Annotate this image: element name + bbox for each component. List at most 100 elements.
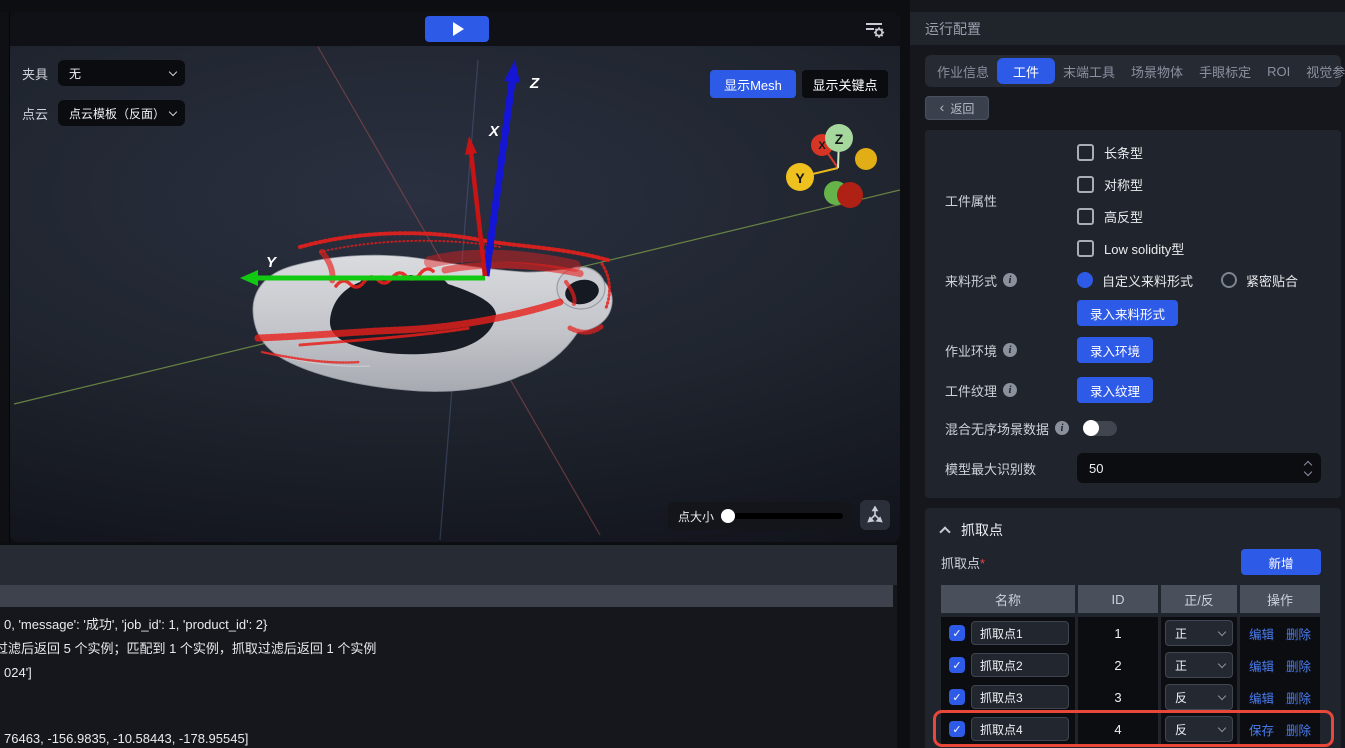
row-action-delete[interactable]: 删除 [1286,656,1311,675]
show-keypoints-button[interactable]: 显示关键点 [802,70,888,98]
max-count-label: 模型最大识别数 [945,461,1037,477]
row-action-primary[interactable]: 编辑 [1249,688,1274,707]
checkbox[interactable] [1077,143,1094,161]
tab[interactable]: 视觉参数 [1298,58,1345,84]
feed-record-row: 录入来料形式 [945,296,1321,330]
row-checkbox[interactable]: ✓ [949,721,965,737]
row-action-delete[interactable]: 删除 [1286,720,1311,739]
panel-header: 运行配置 [910,12,1345,45]
row-checkbox[interactable]: ✓ [949,625,965,641]
tab[interactable]: 作业信息 [929,58,997,84]
grasp-name-field[interactable]: 抓取点2 [971,653,1069,677]
mixed-scene-label: 混合无序场景数据 [945,421,1050,437]
grasp-section-title: 抓取点 [961,522,1003,538]
tab[interactable]: ROI [1259,58,1298,84]
row-action-primary[interactable]: 编辑 [1249,656,1274,675]
back-chevron-icon: ‹ [939,99,945,115]
svg-text:Y: Y [795,170,805,186]
back-button[interactable]: ‹ 返回 [925,96,989,120]
checkbox[interactable] [1077,175,1094,193]
log-lines: 0, 'message': '成功', 'job_id': 1, 'produc… [0,607,897,748]
log-line: 过滤后返回 5 个实例；匹配到 1 个实例，抓取过滤后返回 1 个实例 [0,641,377,656]
record-feed-button[interactable]: 录入来料形式 [1077,300,1179,326]
radio-option[interactable]: 自定义来料形式 [1077,271,1193,290]
checkbox[interactable] [1077,207,1094,225]
point-size-slider[interactable] [721,509,843,523]
row-checkbox[interactable]: ✓ [949,689,965,705]
collapse-chevron-icon[interactable] [939,526,951,538]
scene-3d[interactable]: Z X Y X Z Y 夹具 无 点云 点云模板（反面） 显示Mesh 显示关键… [10,46,900,542]
point-size-control: 点大小 [668,502,853,530]
radio-icon [1077,272,1093,288]
play-button[interactable] [425,16,489,42]
tab[interactable]: 工件 [997,58,1056,84]
orientation-gizmo[interactable]: X Z Y [786,124,877,208]
column-header: 名称 [941,585,1075,613]
pointcloud-row: 点云 点云模板（反面） [22,100,186,126]
info-icon[interactable]: i [1003,273,1018,287]
workpiece-attr-label: 工件属性 [945,193,998,209]
row-action-primary[interactable]: 编辑 [1249,624,1274,643]
gizmo-red-ball[interactable] [837,182,863,208]
tab[interactable]: 手眼标定 [1191,58,1259,84]
max-count-input[interactable]: 50 [1077,453,1321,483]
point-size-label: 点大小 [678,509,715,524]
side-select[interactable]: 反 [1165,684,1233,710]
fixture-label: 夹具 [22,66,49,82]
info-icon[interactable]: i [1003,383,1018,397]
side-select[interactable]: 反 [1165,716,1233,742]
tab[interactable]: 场景物体 [1123,58,1191,84]
log-line: 0, 'message': '成功', 'job_id': 1, 'produc… [4,617,268,632]
row-action-delete[interactable]: 删除 [1286,688,1311,707]
column-header: ID [1078,585,1158,613]
grasp-name-field[interactable]: 抓取点1 [971,621,1069,645]
panel-title: 运行配置 [925,20,981,37]
row-action-primary[interactable]: 保存 [1249,720,1274,739]
log-line: 76463, -156.9835, -10.58443, -178.95545] [4,731,249,746]
record-texture-button[interactable]: 录入纹理 [1077,377,1154,403]
row-action-delete[interactable]: 删除 [1286,624,1311,643]
slider-knob[interactable] [721,509,736,523]
mixed-scene-toggle[interactable] [1083,419,1118,436]
reset-axes-button[interactable] [860,500,890,530]
column-header: 操作 [1240,585,1320,613]
radio-option[interactable]: 紧密贴合 [1221,271,1298,290]
grasp-name-field[interactable]: 抓取点4 [971,717,1069,741]
grasp-section-header: 抓取点 [939,516,1321,544]
toggle-knob [1083,419,1100,436]
record-env-button[interactable]: 录入环境 [1077,337,1154,363]
row-checkbox[interactable]: ✓ [949,657,965,673]
chevron-down-icon [168,107,178,116]
add-grasp-button[interactable]: 新增 [1241,549,1321,575]
spinner-down-icon[interactable] [1303,467,1313,476]
grasp-table-header: 名称 ID 正/反 操作 [941,585,1320,613]
attr-option: 对称型 [1077,168,1184,200]
show-mesh-button[interactable]: 显示Mesh [710,70,796,98]
side-select[interactable]: 正 [1165,620,1233,646]
viewport-toolbar [10,12,900,46]
chevron-down-icon [1217,627,1227,636]
info-icon[interactable]: i [1003,343,1018,357]
gear-icon [873,27,885,38]
play-icon [453,22,464,36]
grasp-id: 1 [1114,625,1122,641]
grasp-name-field[interactable]: 抓取点3 [971,685,1069,709]
checkbox[interactable] [1077,239,1094,257]
tab[interactable]: 末端工具 [1055,58,1123,84]
grasp-field-label: 抓取点 [941,555,981,571]
column-header: 正/反 [1161,585,1237,613]
display-settings-icon[interactable] [862,18,886,40]
table-row: ✓ 抓取点1 1 正 编辑 删除 [941,617,1320,649]
axis-label-z: Z [529,75,540,92]
grasp-points-card: 抓取点 抓取点* 新增 名称 ID 正/反 操作 ✓ 抓取点1 1 正 编辑 删… [925,508,1341,748]
fixture-select[interactable]: 无 [58,60,186,86]
info-icon[interactable]: i [1055,421,1070,435]
radio-icon [1221,272,1238,288]
chevron-down-icon [1217,691,1227,700]
gizmo-yellow-ball[interactable] [855,148,877,170]
mixed-scene-row: 混合无序场景数据 i [945,410,1321,446]
svg-text:X: X [818,140,826,152]
side-select[interactable]: 正 [1165,652,1233,678]
pointcloud-label: 点云 [22,106,49,122]
pointcloud-select[interactable]: 点云模板（反面） [58,100,186,126]
